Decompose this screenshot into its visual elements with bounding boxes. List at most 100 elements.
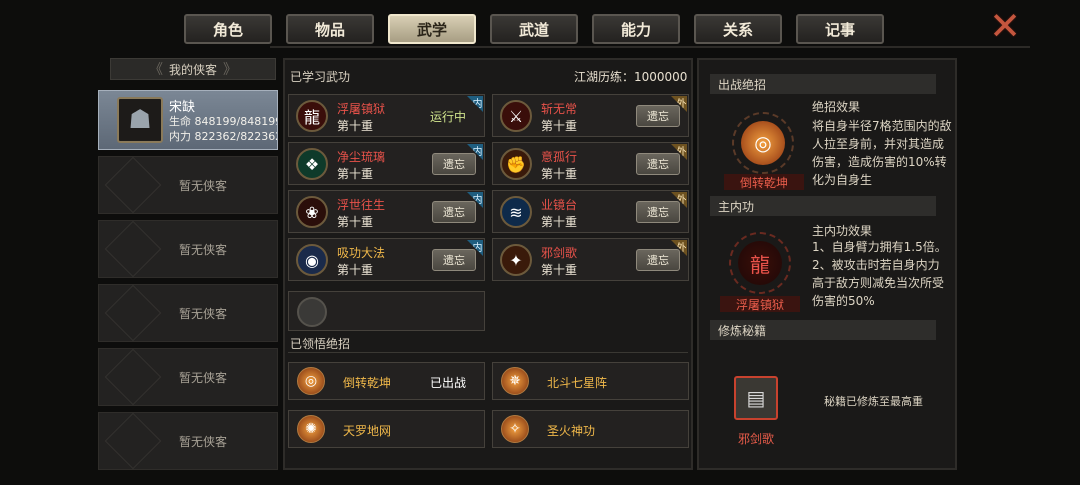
tab-4[interactable]: 能力 bbox=[592, 14, 680, 44]
skill-type-badge: 内 bbox=[467, 96, 483, 112]
divider bbox=[270, 46, 1030, 48]
crystal-icon: ❖ bbox=[296, 148, 328, 180]
sacred-fire-icon: ✧ bbox=[501, 415, 529, 443]
forget-button[interactable]: 遗忘 bbox=[432, 153, 476, 175]
swirl-icon: ◎ bbox=[741, 121, 785, 165]
cultivation-book-header: 修炼秘籍 bbox=[710, 320, 936, 340]
battle-ultimate-name: 倒转乾坤 bbox=[724, 174, 804, 190]
skill-name: 意孤行 bbox=[541, 150, 578, 164]
forget-button[interactable]: 遗忘 bbox=[636, 153, 680, 175]
skill-level: 第十重 bbox=[541, 263, 578, 277]
skill-level: 第十重 bbox=[541, 215, 578, 229]
skill-name: 斩无常 bbox=[541, 102, 578, 116]
ultimate-status: 已出战 bbox=[429, 376, 466, 390]
empty-slot-label: 暂无侠客 bbox=[179, 243, 228, 257]
tab-5[interactable]: 关系 bbox=[694, 14, 782, 44]
skill-running-status: 运行中 bbox=[429, 110, 466, 124]
skill-card[interactable]: ✦ 邪剑歌 第十重 遗忘外 bbox=[492, 238, 689, 281]
skill-level: 第十重 bbox=[541, 167, 578, 181]
skill-card[interactable]: ≋ 业镜台 第十重 遗忘外 bbox=[492, 190, 689, 233]
star-formation-icon: ✵ bbox=[501, 367, 529, 395]
ultimate-card[interactable]: ✧ 圣火神功 bbox=[492, 410, 689, 448]
main-neigong-name: 浮屠镇狱 bbox=[720, 296, 800, 312]
book-icon[interactable]: ▤ bbox=[734, 376, 778, 420]
skill-name: 净尘琉璃 bbox=[337, 150, 386, 164]
empty-hero-slot[interactable]: 暂无侠客 bbox=[98, 156, 278, 214]
divider bbox=[288, 352, 688, 353]
empty-slot-label: 暂无侠客 bbox=[179, 371, 228, 385]
close-icon[interactable]: ✕ bbox=[985, 4, 1025, 48]
wave-icon: ≋ bbox=[500, 196, 532, 228]
battle-ultimate-header: 出战绝招 bbox=[710, 74, 936, 94]
chevron-right-icon[interactable]: 》 bbox=[223, 59, 237, 79]
forget-button[interactable]: 遗忘 bbox=[636, 105, 680, 127]
skill-card[interactable]: ✊ 意孤行 第十重 遗忘外 bbox=[492, 142, 689, 185]
main-neigong-emblem[interactable]: 龍 bbox=[725, 228, 795, 298]
ultimate-name: 天罗地网 bbox=[343, 424, 392, 438]
tab-6[interactable]: 记事 bbox=[796, 14, 884, 44]
main-neigong-header: 主内功 bbox=[710, 196, 936, 216]
lotus-icon: ❀ bbox=[296, 196, 328, 228]
ultimate-card[interactable]: ◎ 倒转乾坤 已出战 bbox=[288, 362, 485, 400]
swirl-icon: ◎ bbox=[297, 367, 325, 395]
dragon-icon: 龍 bbox=[296, 100, 328, 132]
main-effect-text: 1、自身臂力拥有1.5倍。 2、被攻击时若自身内力高于敌方则减免当次所受伤害的5… bbox=[812, 240, 947, 308]
empty-hero-slot[interactable]: 暂无侠客 bbox=[98, 412, 278, 470]
tab-2[interactable]: 武学 bbox=[388, 14, 476, 44]
main-tab-bar: 角色 物品 武学 武道 能力 关系 记事 bbox=[170, 10, 1000, 48]
avatar: ☗ bbox=[117, 97, 163, 143]
hero-card-selected[interactable]: ☗ 宋缺 生命 848199/848199 内力 822362/822362 bbox=[98, 90, 278, 150]
dragon-icon: 龍 bbox=[738, 241, 782, 285]
tab-1[interactable]: 物品 bbox=[286, 14, 374, 44]
empty-slot-label: 暂无侠客 bbox=[179, 435, 228, 449]
empty-portrait-icon bbox=[104, 412, 162, 470]
empty-slot-label: 暂无侠客 bbox=[179, 307, 228, 321]
skill-level: 第十重 bbox=[337, 167, 374, 181]
hero-hp: 生命 848199/848199 bbox=[169, 115, 277, 128]
flame-sword-icon: ✦ bbox=[500, 244, 532, 276]
my-heroes-header[interactable]: 《 我的侠客 》 bbox=[110, 58, 276, 80]
forget-button[interactable]: 遗忘 bbox=[432, 201, 476, 223]
empty-skill-slot[interactable] bbox=[288, 291, 485, 331]
skill-level: 第十重 bbox=[337, 215, 374, 229]
slash-icon: ⚔ bbox=[500, 100, 532, 132]
skill-name: 吸功大法 bbox=[337, 246, 386, 260]
forget-button[interactable]: 遗忘 bbox=[432, 249, 476, 271]
empty-slot-icon bbox=[297, 297, 327, 327]
tab-3[interactable]: 武道 bbox=[490, 14, 578, 44]
skill-level: 第十重 bbox=[337, 119, 374, 133]
empty-hero-slot[interactable]: 暂无侠客 bbox=[98, 284, 278, 342]
empty-portrait-icon bbox=[104, 220, 162, 278]
ultimate-name: 北斗七星阵 bbox=[547, 376, 608, 390]
my-heroes-label: 我的侠客 bbox=[168, 62, 217, 77]
skill-level: 第十重 bbox=[337, 263, 374, 277]
battle-effect-text: 将自身半径7格范围内的敌人拉至身前，并对其造成伤害，造成伤害的10%转化为自身生 bbox=[812, 119, 952, 187]
tab-0[interactable]: 角色 bbox=[184, 14, 272, 44]
skill-card[interactable]: ⚔ 斩无常 第十重 遗忘外 bbox=[492, 94, 689, 137]
vortex-icon: ◉ bbox=[296, 244, 328, 276]
skill-card[interactable]: ❀ 浮世往生 第十重 遗忘内 bbox=[288, 190, 485, 233]
empty-portrait-icon bbox=[104, 284, 162, 342]
ultimate-name: 倒转乾坤 bbox=[343, 376, 392, 390]
skill-name: 邪剑歌 bbox=[541, 246, 578, 260]
empty-hero-slot[interactable]: 暂无侠客 bbox=[98, 348, 278, 406]
ultimate-card[interactable]: ✵ 北斗七星阵 bbox=[492, 362, 689, 400]
skill-card[interactable]: ◉ 吸功大法 第十重 遗忘内 bbox=[288, 238, 485, 281]
fist-icon: ✊ bbox=[500, 148, 532, 180]
skill-card[interactable]: 龍浮屠镇狱 第十重 运行中内 bbox=[288, 94, 485, 137]
ultimate-card[interactable]: ✺ 天罗地网 bbox=[288, 410, 485, 448]
skill-name: 浮世往生 bbox=[337, 198, 386, 212]
net-icon: ✺ bbox=[297, 415, 325, 443]
chevron-left-icon[interactable]: 《 bbox=[149, 59, 163, 79]
forget-button[interactable]: 遗忘 bbox=[636, 249, 680, 271]
learned-skills-title: 已学习武功 bbox=[290, 70, 351, 84]
hero-mp: 内力 822362/822362 bbox=[169, 130, 277, 143]
empty-hero-slot[interactable]: 暂无侠客 bbox=[98, 220, 278, 278]
skill-name: 业镜台 bbox=[541, 198, 578, 212]
battle-ultimate-emblem[interactable]: ◎ bbox=[728, 108, 798, 178]
skill-card[interactable]: ❖ 净尘琉璃 第十重 遗忘内 bbox=[288, 142, 485, 185]
forget-button[interactable]: 遗忘 bbox=[636, 201, 680, 223]
ultimates-title: 已领悟绝招 bbox=[290, 337, 351, 351]
book-status: 秘籍已修炼至最高重 bbox=[824, 395, 923, 408]
ultimate-name: 圣火神功 bbox=[547, 424, 596, 438]
